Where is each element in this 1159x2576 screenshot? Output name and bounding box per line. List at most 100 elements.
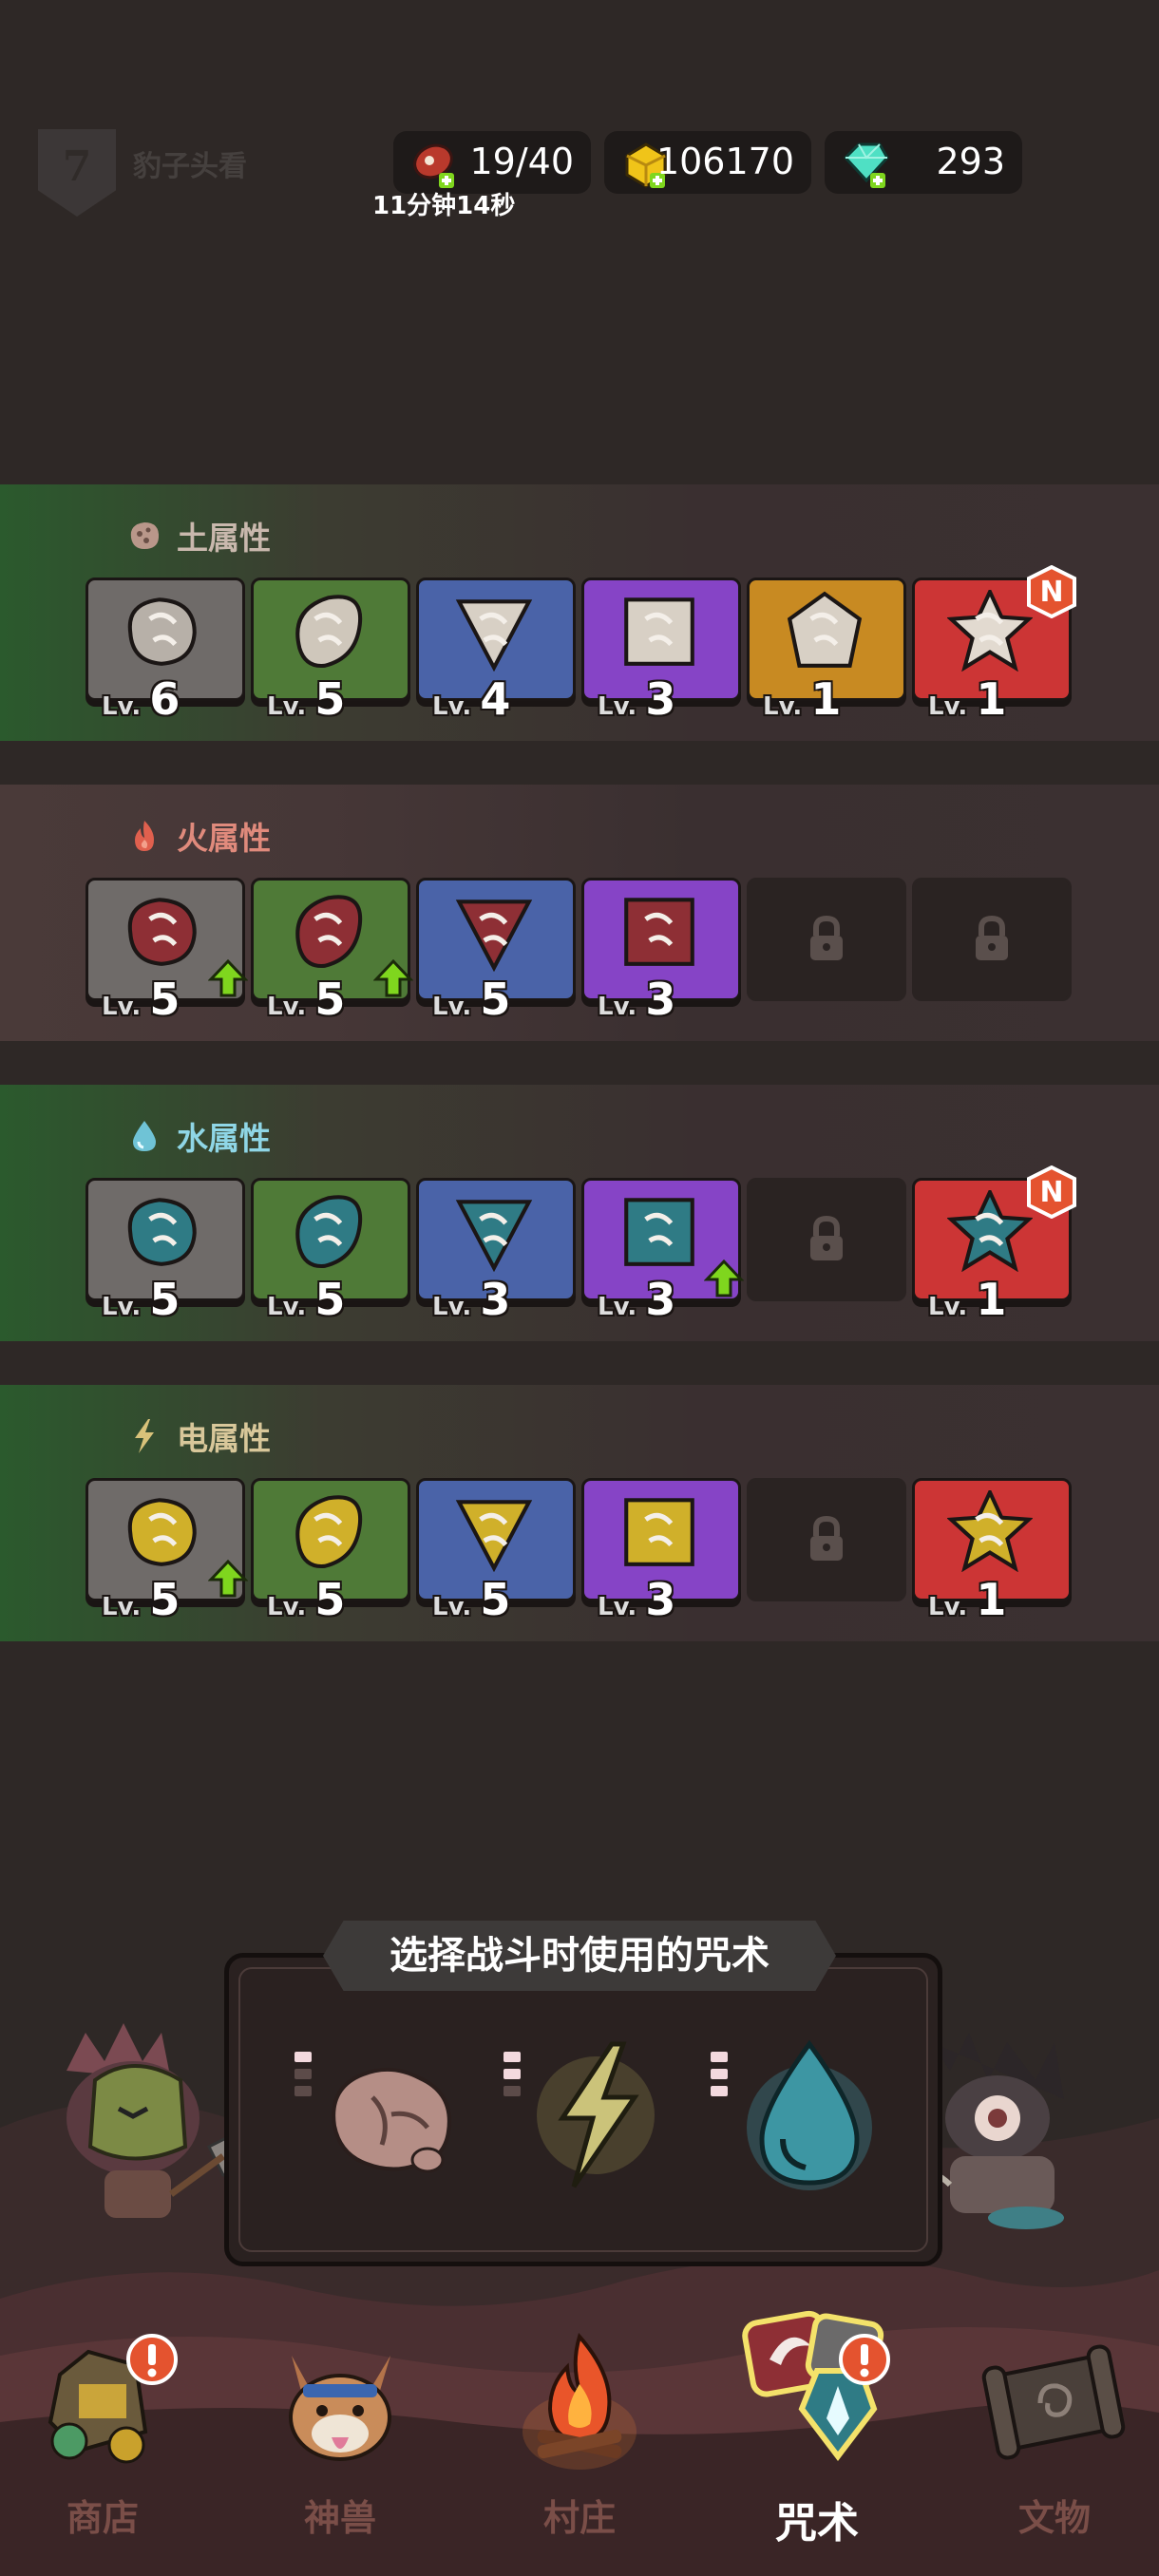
spell-glyph-icon <box>127 1198 197 1266</box>
spell-level-label: Lv. 5 <box>102 974 180 1025</box>
level-prefix: Lv. <box>102 1593 150 1621</box>
section-water: 水属性 Lv. 5 Lv. 5 Lv. 3 Lv. 3 Lv. 1N <box>0 1085 1159 1341</box>
lock-icon <box>810 915 843 960</box>
spell-card[interactable]: Lv. 5 <box>86 878 248 1025</box>
slot-level-dots <box>504 2052 521 2103</box>
lightning-icon <box>537 2041 655 2188</box>
level-prefix: Lv. <box>928 1593 977 1621</box>
lock-icon <box>810 1215 843 1260</box>
level-shield-icon: 7 <box>38 129 116 217</box>
spell-card[interactable]: Lv. 1 <box>912 1478 1072 1625</box>
spell-glyph-icon <box>295 595 363 669</box>
level-prefix: Lv. <box>102 1293 150 1321</box>
spell-slot-water[interactable] <box>733 2033 885 2198</box>
spell-select-banner: 选择战斗时使用的咒术 <box>323 1921 836 1991</box>
spell-level-label: Lv. 5 <box>102 1274 180 1325</box>
upgrade-arrow-icon <box>208 958 248 997</box>
level-prefix: Lv. <box>432 1293 481 1321</box>
spell-level-label: Lv. 1 <box>928 1274 1006 1325</box>
spell-card[interactable]: Lv. 5 <box>251 1178 410 1325</box>
gem-value: 293 <box>936 141 1005 182</box>
spell-level-label: Lv. 3 <box>598 974 675 1025</box>
spell-card[interactable]: Lv. 5 <box>416 1478 576 1625</box>
spell-card-locked[interactable] <box>747 878 906 1001</box>
spell-level-label: Lv. 1 <box>928 1574 1006 1625</box>
spell-glyph-icon <box>624 898 694 966</box>
level-prefix: Lv. <box>267 993 315 1021</box>
svg-text:N: N <box>1039 576 1063 609</box>
new-badge-icon: N <box>1027 565 1076 618</box>
alert-badge-icon <box>126 2334 178 2385</box>
gold-resource[interactable]: 106170 <box>604 131 811 194</box>
nav-label: 文物 <box>1017 2497 1091 2539</box>
gold-value: 106170 <box>656 141 794 182</box>
player-profile[interactable]: 7 豹子头看 <box>38 122 285 217</box>
scroll-icon <box>981 2344 1126 2460</box>
spell-card[interactable]: Lv. 5 <box>251 578 410 725</box>
spell-card-locked[interactable] <box>912 878 1072 1001</box>
section-electric: 电属性 Lv. 5 Lv. 5 Lv. 5 Lv. 3 Lv. 1 <box>0 1385 1159 1641</box>
level-prefix: Lv. <box>102 692 150 721</box>
spell-card[interactable]: Lv. 6 <box>86 578 245 725</box>
level-number: 5 <box>149 1274 180 1325</box>
level-prefix: Lv. <box>928 1293 977 1321</box>
campfire-icon <box>522 2332 636 2470</box>
left-creature-illustration <box>66 2023 256 2218</box>
section-fire: 火属性 Lv. 5 Lv. 5 Lv. 5 Lv. 3 <box>0 785 1159 1041</box>
spell-level-label: Lv. 5 <box>432 974 510 1025</box>
level-prefix: Lv. <box>928 692 977 721</box>
spell-card[interactable]: Lv. 1 N <box>912 1165 1076 1325</box>
spell-slot-electric[interactable] <box>524 2035 667 2200</box>
spell-glyph-icon <box>455 599 533 672</box>
spell-glyph-icon <box>787 591 863 668</box>
spell-glyph-icon <box>947 1490 1033 1572</box>
spell-glyph-icon <box>624 1198 694 1266</box>
level-number: 5 <box>314 673 346 725</box>
spell-card-locked[interactable] <box>747 1478 906 1601</box>
spell-level-label: Lv. 5 <box>432 1574 510 1625</box>
level-number: 5 <box>149 974 180 1025</box>
spell-card[interactable]: Lv. 3 <box>416 1178 576 1325</box>
gem-resource[interactable]: 293 <box>825 131 1022 194</box>
level-prefix: Lv. <box>598 993 646 1021</box>
spell-level-label: Lv. 5 <box>267 673 345 725</box>
spell-card[interactable]: Lv. 3 <box>581 1478 741 1625</box>
spell-card[interactable]: Lv. 3 <box>581 878 741 1025</box>
spell-level-label: Lv. 5 <box>267 1274 345 1325</box>
player-name: 豹子头看 <box>133 150 247 183</box>
level-prefix: Lv. <box>432 993 481 1021</box>
meat-value: 19/40 <box>469 141 574 182</box>
spell-glyph-icon <box>295 1195 363 1269</box>
spell-level-label: Lv. 3 <box>598 1574 675 1625</box>
nav-spell[interactable]: 咒术 <box>722 2310 912 2574</box>
section-title: 水属性 <box>177 1120 271 1157</box>
lightning-element-icon <box>135 1419 154 1453</box>
nav-shop[interactable]: 商店 <box>8 2318 198 2574</box>
spell-slot-earth[interactable] <box>315 2040 467 2196</box>
spell-select-title: 选择战斗时使用的咒术 <box>390 1934 770 1978</box>
spell-card[interactable]: Lv. 4 <box>416 578 576 725</box>
nav-village[interactable]: 村庄 <box>484 2318 674 2574</box>
spell-card-locked[interactable] <box>747 1178 906 1301</box>
spell-card[interactable]: Lv. 5 <box>86 1178 245 1325</box>
upgrade-arrow-icon <box>704 1259 744 1297</box>
spell-level-label: Lv. 5 <box>267 974 345 1025</box>
meat-resource[interactable]: 19/40 <box>393 131 591 194</box>
nav-relic[interactable]: 文物 <box>960 2318 1150 2574</box>
level-prefix: Lv. <box>267 1593 315 1621</box>
level-number: 5 <box>314 974 346 1025</box>
nav-beast[interactable]: 神兽 <box>245 2318 435 2574</box>
spell-card[interactable]: Lv. 5 <box>416 878 576 1025</box>
spell-card[interactable]: Lv. 1 N <box>912 565 1076 725</box>
level-number: 5 <box>480 974 511 1025</box>
spell-card[interactable]: Lv. 3 <box>581 578 741 725</box>
beast-icon <box>289 2356 391 2461</box>
spell-card[interactable]: Lv. 3 <box>581 1178 744 1325</box>
spell-card[interactable]: Lv. 5 <box>251 878 413 1025</box>
spell-card[interactable]: Lv. 1 <box>747 578 906 725</box>
level-number: 6 <box>149 673 180 725</box>
level-prefix: Lv. <box>432 1593 481 1621</box>
spell-card[interactable]: Lv. 5 <box>86 1478 248 1625</box>
spell-card[interactable]: Lv. 5 <box>251 1478 410 1625</box>
upgrade-arrow-icon <box>373 958 413 997</box>
